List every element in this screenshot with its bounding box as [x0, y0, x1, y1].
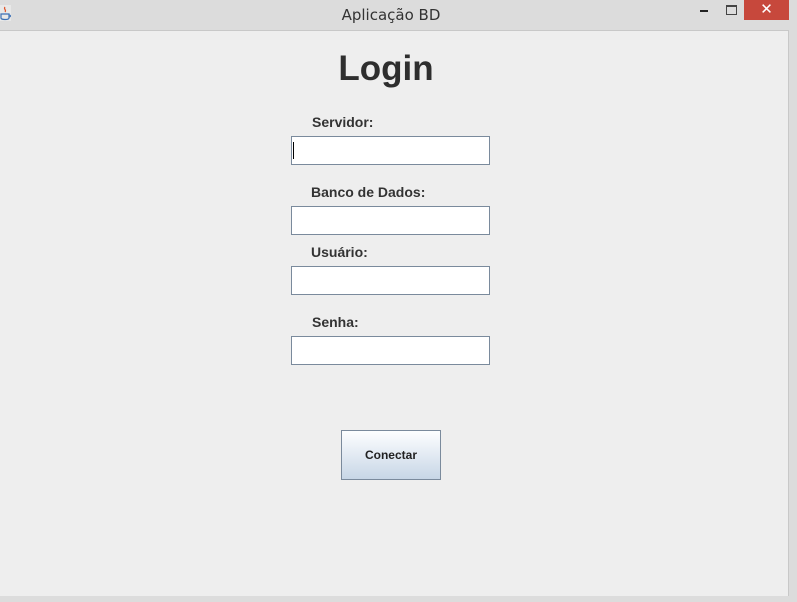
- window-bottom-edge: [0, 596, 797, 602]
- title-bar[interactable]: Aplicação BD ✕: [0, 0, 797, 29]
- login-panel: Login Servidor: Banco de Dados: Usuário:…: [0, 30, 789, 596]
- password-input[interactable]: [291, 336, 490, 365]
- page-title: Login: [338, 49, 434, 88]
- window-title: Aplicação BD: [341, 6, 441, 24]
- close-button[interactable]: ✕: [744, 0, 789, 20]
- database-input[interactable]: [291, 206, 490, 235]
- close-icon: ✕: [760, 1, 773, 18]
- text-cursor: [293, 142, 294, 159]
- password-label: Senha:: [312, 314, 359, 330]
- user-label: Usuário:: [311, 244, 368, 260]
- maximize-button[interactable]: [718, 0, 744, 20]
- minimize-button[interactable]: [690, 0, 718, 20]
- database-label: Banco de Dados:: [311, 184, 426, 200]
- user-input[interactable]: [291, 266, 490, 295]
- server-input[interactable]: [291, 136, 490, 165]
- connect-button[interactable]: Conectar: [341, 430, 441, 480]
- app-window: Aplicação BD ✕ Login Servidor: Banco de …: [0, 0, 797, 602]
- server-label: Servidor:: [312, 114, 374, 130]
